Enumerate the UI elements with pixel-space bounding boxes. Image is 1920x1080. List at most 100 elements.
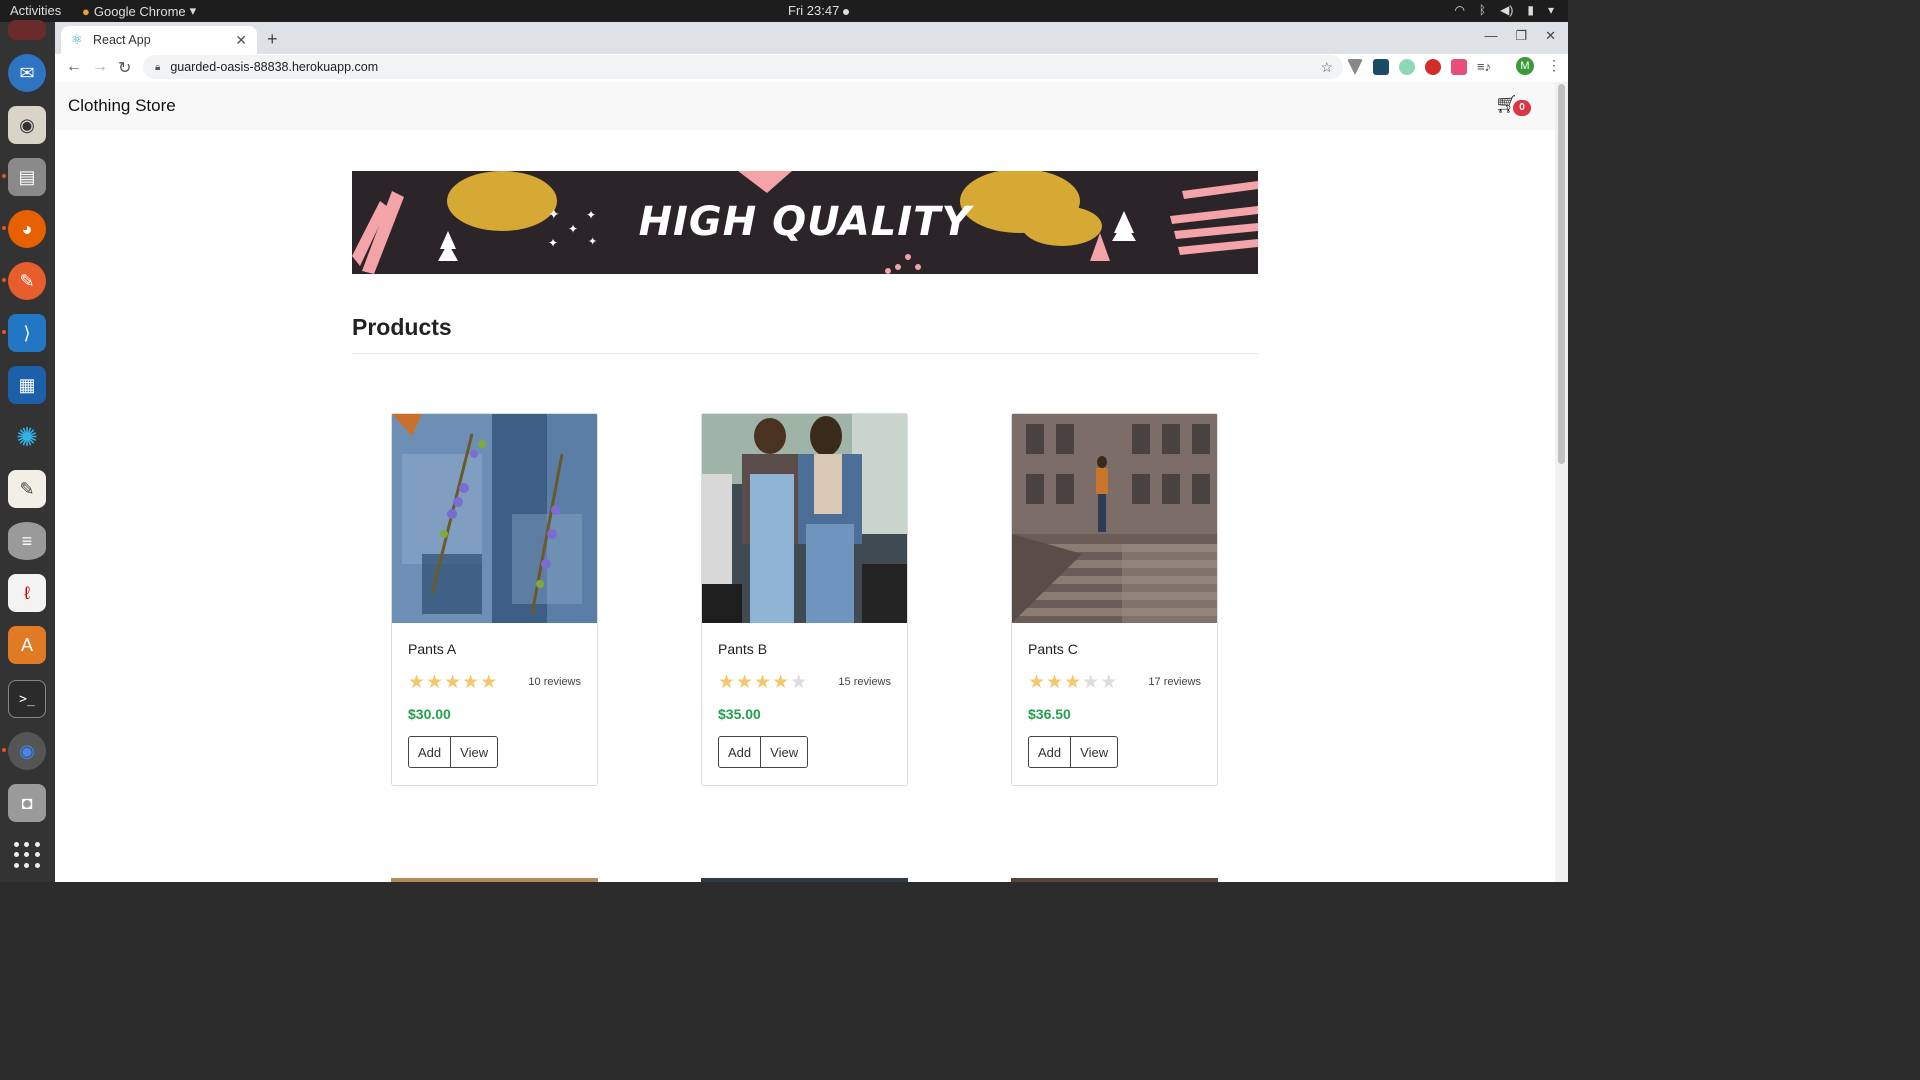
url-text: guarded-oasis-88838.herokuapp.com bbox=[170, 60, 379, 74]
thunderbird-icon[interactable]: ✉ bbox=[8, 54, 46, 92]
product-name[interactable]: Pants A bbox=[408, 641, 456, 657]
product-card: Pants C ★★★★★ 17 reviews $36.50 Add View bbox=[1011, 413, 1218, 786]
postman-icon[interactable]: ✎ bbox=[2, 262, 46, 300]
wifi-icon: ◠ bbox=[1454, 3, 1465, 17]
restore-icon[interactable]: ❐ bbox=[1515, 28, 1527, 44]
system-tray[interactable]: ◠ ᛒ ◀) ▮ ▾ bbox=[1454, 3, 1554, 17]
show-applications-icon[interactable] bbox=[14, 842, 40, 868]
product-image[interactable] bbox=[702, 414, 907, 623]
star-filled-icon: ★ bbox=[480, 672, 499, 693]
lock-icon: 🔒︎ bbox=[155, 61, 161, 73]
clock[interactable]: Fri 23:47 bbox=[788, 3, 850, 18]
vuejs-devtools-icon[interactable] bbox=[1347, 59, 1363, 75]
minimize-icon[interactable]: — bbox=[1484, 28, 1497, 44]
back-icon[interactable]: ← bbox=[66, 58, 82, 76]
terminal-icon[interactable]: >_ bbox=[8, 680, 46, 718]
brand-link[interactable]: Clothing Store bbox=[68, 96, 176, 116]
close-tab-icon[interactable]: ✕ bbox=[235, 32, 247, 49]
star-filled-icon: ★ bbox=[444, 672, 463, 693]
star-rating: ★★★★★ bbox=[408, 671, 498, 694]
new-tab-button[interactable]: + bbox=[267, 29, 278, 50]
extension-avatar-icon[interactable] bbox=[1451, 59, 1467, 75]
media-control-icon[interactable]: ≡♪ bbox=[1477, 59, 1493, 75]
extension-red-icon[interactable] bbox=[1425, 59, 1441, 75]
database-icon[interactable]: ≡ bbox=[8, 522, 46, 560]
product-name[interactable]: Pants B bbox=[718, 641, 767, 657]
close-window-icon[interactable]: ✕ bbox=[1545, 28, 1556, 44]
product-price: $35.00 bbox=[718, 706, 761, 722]
star-filled-icon: ★ bbox=[1046, 672, 1065, 693]
extension-green-icon[interactable] bbox=[1399, 59, 1415, 75]
software-center-icon[interactable]: A bbox=[8, 626, 46, 664]
product-card: Pants B ★★★★★ 15 reviews $35.00 Add View bbox=[701, 413, 908, 786]
star-filled-icon: ★ bbox=[736, 672, 755, 693]
cart-count-badge: 0 bbox=[1513, 100, 1531, 116]
battery-icon: ▮ bbox=[1527, 3, 1534, 17]
view-product-button[interactable]: View bbox=[1071, 736, 1119, 768]
react-devtools-icon[interactable] bbox=[1373, 59, 1389, 75]
hero-banner: ✦ ✦ ✦ ✦ ✦ HIGH QUALITY bbox=[352, 171, 1258, 274]
rhythmbox-icon[interactable]: ◉ bbox=[8, 106, 46, 144]
reload-icon[interactable]: ↻ bbox=[118, 58, 131, 78]
add-to-cart-button[interactable]: Add bbox=[408, 736, 452, 768]
tab-react-app[interactable]: ⚛ React App ✕ bbox=[61, 26, 257, 54]
writer-icon[interactable]: ▦ bbox=[8, 366, 46, 404]
activities-button[interactable]: Activities bbox=[10, 3, 61, 18]
forward-icon[interactable]: → bbox=[92, 58, 108, 76]
star-filled-icon: ★ bbox=[772, 672, 791, 693]
notification-dot bbox=[843, 8, 850, 15]
profile-avatar[interactable]: M bbox=[1516, 57, 1534, 75]
star-filled-icon: ★ bbox=[426, 672, 445, 693]
menu-kebab-icon[interactable]: ⋮ bbox=[1547, 57, 1561, 74]
product-image[interactable] bbox=[392, 414, 597, 623]
review-count: 17 reviews bbox=[1148, 676, 1201, 688]
splash-app-icon[interactable]: ✺ bbox=[8, 418, 46, 456]
app-menu[interactable]: ● Google Chrome ▾ bbox=[82, 3, 196, 19]
product-price: $30.00 bbox=[408, 706, 451, 722]
extensions-bar: ≡♪ bbox=[1347, 59, 1493, 75]
product-card: Pants A ★★★★★ 10 reviews $30.00 Add View bbox=[391, 413, 598, 786]
app-menu-label: Google Chrome bbox=[93, 3, 186, 19]
view-product-button[interactable]: View bbox=[451, 736, 499, 768]
add-to-cart-button[interactable]: Add bbox=[1028, 736, 1072, 768]
star-rating: ★★★★★ bbox=[1028, 671, 1118, 694]
divider bbox=[352, 353, 1258, 354]
product-image[interactable] bbox=[1012, 414, 1217, 623]
text-editor-icon[interactable]: ✎ bbox=[8, 470, 46, 508]
add-to-cart-button[interactable]: Add bbox=[718, 736, 762, 768]
product-name[interactable]: Pants C bbox=[1028, 641, 1078, 657]
star-rating: ★★★★★ bbox=[718, 671, 808, 694]
product-card-partial bbox=[391, 878, 598, 882]
vscode-icon[interactable]: ⟩ bbox=[2, 314, 46, 352]
app-icon-partial[interactable] bbox=[8, 20, 46, 40]
web-page: Clothing Store 🛒︎ 0 ✦ ✦ ✦ ✦ ✦ HIGH QUALI… bbox=[55, 82, 1568, 882]
review-count: 10 reviews bbox=[528, 676, 581, 688]
star-filled-icon: ★ bbox=[408, 672, 427, 693]
os-top-bar: Activities ● Google Chrome ▾ Fri 23:47 ◠… bbox=[0, 0, 1568, 22]
view-product-button[interactable]: View bbox=[761, 736, 809, 768]
evince-icon[interactable]: ℓ bbox=[8, 574, 46, 612]
scrollbar-thumb[interactable] bbox=[1558, 84, 1565, 464]
product-card-partial bbox=[1011, 878, 1218, 882]
tab-title: React App bbox=[93, 33, 151, 47]
star-empty-icon: ★ bbox=[1082, 672, 1101, 693]
products-heading: Products bbox=[352, 314, 452, 340]
camera-icon[interactable]: ◘ bbox=[8, 784, 46, 822]
volume-icon: ◀) bbox=[1500, 3, 1514, 17]
browser-chrome: ⚛ React App ✕ + — ❐ ✕ ← → ↻ 🔒︎ guarded-o… bbox=[55, 22, 1568, 82]
product-price: $36.50 bbox=[1028, 706, 1071, 722]
page-scrollbar[interactable] bbox=[1555, 82, 1568, 882]
product-card-partial bbox=[701, 878, 908, 882]
chrome-icon: ● bbox=[82, 3, 90, 19]
star-filled-icon: ★ bbox=[462, 672, 481, 693]
chrome-dock-icon[interactable]: ◉ bbox=[2, 732, 46, 770]
bookmark-star-icon[interactable]: ☆ bbox=[1320, 59, 1333, 76]
star-filled-icon: ★ bbox=[1028, 672, 1047, 693]
files-icon[interactable]: ▤ bbox=[2, 158, 46, 196]
window-controls: — ❐ ✕ bbox=[1484, 28, 1556, 44]
product-actions: Add View bbox=[1028, 736, 1119, 768]
dock: ✉ ◉ ▤ ◕ ✎ ⟩ ▦ ✺ ✎ ≡ ℓ A >_ ◉ ◘ bbox=[0, 20, 55, 882]
address-bar[interactable]: 🔒︎ guarded-oasis-88838.herokuapp.com ☆ bbox=[143, 55, 1343, 79]
bluetooth-icon: ᛒ bbox=[1478, 3, 1487, 17]
firefox-icon[interactable]: ◕ bbox=[2, 210, 46, 248]
